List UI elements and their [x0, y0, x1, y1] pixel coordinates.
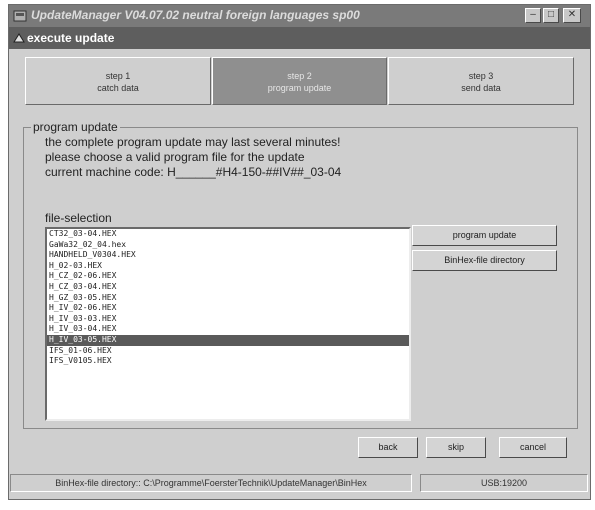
- program-update-button[interactable]: program update: [412, 225, 557, 246]
- file-list[interactable]: CT32_03-04.HEX GaWa32_02_04.hex HANDHELD…: [45, 227, 411, 421]
- close-icon: ✕: [567, 9, 577, 20]
- list-item[interactable]: IFS_V0105.HEX: [47, 356, 409, 367]
- binhex-directory-button[interactable]: BinHex-file directory: [412, 250, 557, 271]
- dialog-titlebar: execute update: [9, 27, 590, 49]
- list-item[interactable]: H_IV_03-04.HEX: [47, 324, 409, 335]
- list-item[interactable]: H_IV_02-06.HEX: [47, 303, 409, 314]
- dialog-title: execute update: [27, 31, 115, 45]
- list-item[interactable]: GaWa32_02_04.hex: [47, 240, 409, 251]
- list-item[interactable]: H_02-03.HEX: [47, 261, 409, 272]
- list-item[interactable]: H_CZ_03-04.HEX: [47, 282, 409, 293]
- minimize-icon: –: [530, 9, 536, 20]
- status-port: USB:19200: [420, 474, 588, 492]
- step-1-tab[interactable]: step 1 catch data: [25, 57, 211, 105]
- group-label: program update: [31, 120, 120, 134]
- status-bar: BinHex-file directory:: C:\Programme\Foe…: [8, 474, 591, 494]
- list-item[interactable]: H_IV_03-03.HEX: [47, 314, 409, 325]
- machine-code-label: current machine code: H______#H4-150-##I…: [45, 165, 342, 179]
- step-3-number: step 3: [468, 71, 494, 81]
- back-button[interactable]: back: [358, 437, 418, 458]
- update-manager-window: UpdateManager V04.07.02 neutral foreign …: [8, 4, 591, 500]
- list-item[interactable]: IFS_01-06.HEX: [47, 346, 409, 357]
- minimize-button[interactable]: –: [525, 8, 541, 23]
- list-item-selected[interactable]: H_IV_03-05.HEX: [47, 334, 409, 346]
- step-3-tab[interactable]: step 3 send data: [388, 57, 574, 105]
- maximize-icon: □: [547, 9, 555, 20]
- app-icon: [13, 10, 27, 22]
- step-2-label: program update: [267, 83, 332, 93]
- skip-button[interactable]: skip: [426, 437, 486, 458]
- step-1-number: step 1: [105, 71, 131, 81]
- list-item[interactable]: CT32_03-04.HEX: [47, 229, 409, 240]
- status-directory: BinHex-file directory:: C:\Programme\Foe…: [10, 474, 412, 492]
- app-icon: [13, 33, 25, 43]
- list-item[interactable]: HANDHELD_V0304.HEX: [47, 250, 409, 261]
- list-item[interactable]: H_CZ_02-06.HEX: [47, 271, 409, 282]
- step-1-label: catch data: [97, 83, 139, 93]
- step-2-number: step 2: [287, 71, 312, 81]
- cancel-button[interactable]: cancel: [499, 437, 567, 458]
- maximize-button[interactable]: □: [543, 8, 559, 23]
- info-line-choose: please choose a valid program file for t…: [45, 150, 305, 164]
- step-3-label: send data: [461, 83, 501, 93]
- window-title: UpdateManager V04.07.02 neutral foreign …: [31, 8, 360, 22]
- window-titlebar[interactable]: UpdateManager V04.07.02 neutral foreign …: [9, 5, 590, 27]
- step-2-tab[interactable]: step 2 program update: [212, 57, 387, 105]
- close-button[interactable]: ✕: [563, 8, 581, 23]
- info-line-duration: the complete program update may last sev…: [45, 135, 341, 149]
- list-item[interactable]: H_GZ_03-05.HEX: [47, 293, 409, 304]
- file-selection-label: file-selection: [45, 211, 112, 225]
